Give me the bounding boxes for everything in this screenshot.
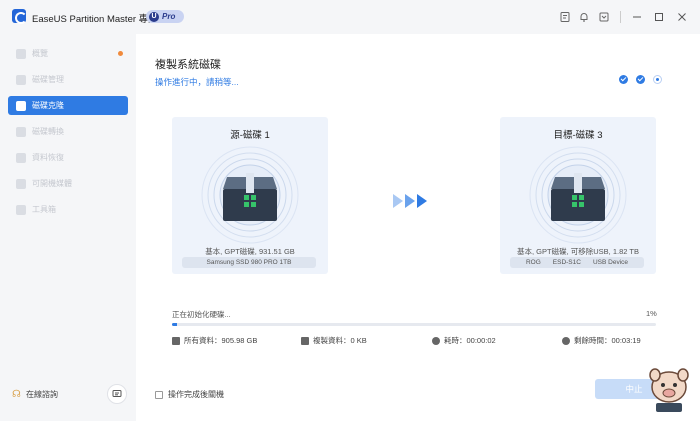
step-indicator-1 (619, 75, 628, 84)
source-disk-model: Samsung SSD 980 PRO 1TB (206, 259, 292, 266)
hard-drive-icon (529, 146, 627, 244)
disk-clone-icon (16, 100, 26, 111)
source-disk-card: 源-磁碟 1 基本, GPT磁碟, 931.51 GB Samsung SSD … (172, 117, 328, 274)
progress-percent: 1% (646, 309, 657, 318)
dropdown-icon[interactable] (598, 11, 610, 23)
timer-icon (562, 336, 570, 345)
stat-elapsed-text: 耗時：00:00:02 (444, 336, 496, 345)
sidebar-item-disk-clone[interactable]: 磁碟克隆 (8, 96, 128, 115)
target-disk-info: 基本, GPT磁碟, 可移除USB, 1.82 TB (517, 247, 639, 256)
stat-remaining-text: 剩餘時間：00:03:19 (574, 336, 641, 345)
chat-button[interactable] (107, 384, 127, 404)
clone-direction-arrows (393, 194, 427, 208)
sidebar-item-label: 磁碟轉換 (32, 127, 64, 136)
stat-elapsed: 耗時：00:00:02 (432, 335, 496, 346)
titlebar-separator (620, 11, 621, 23)
bootable-media-icon (16, 178, 26, 189)
data-icon (172, 336, 180, 345)
mascot-watermark-icon (649, 368, 689, 412)
page-subtitle: 操作進行中，請稍等... (155, 77, 239, 87)
minimize-icon[interactable] (631, 11, 643, 23)
page-title: 複製系統磁碟 (155, 59, 221, 71)
copy-icon (301, 336, 309, 345)
title-bar: EaseUS Partition Master 專業版 U Pro (0, 0, 700, 34)
pro-badge-label: Pro (162, 12, 176, 21)
sidebar-item-label: 工具箱 (32, 205, 56, 214)
upgrade-icon: U (149, 11, 159, 22)
sidebar-item-disk-convert[interactable]: 磁碟轉換 (8, 122, 128, 141)
app-window: EaseUS Partition Master 專業版 U Pro 概覽 磁碟管… (0, 0, 700, 421)
arrow-icon (417, 194, 427, 208)
hard-drive-icon (201, 146, 299, 244)
target-disk-tag: USB Device (592, 259, 629, 266)
pro-badge: U Pro (146, 10, 184, 23)
sidebar: 概覽 磁碟管理 磁碟克隆 磁碟轉換 資料恢復 可開機媒體 工具箱 ☊ 在線諮詢 (0, 34, 136, 421)
shutdown-checkbox-row[interactable]: 操作完成後關機 (155, 389, 224, 400)
stat-copied-text: 複製資料：0 KB (313, 336, 367, 345)
arrow-icon (393, 194, 403, 208)
online-help-label: 在線諮詢 (26, 390, 58, 399)
easeus-logo-icon (12, 9, 27, 24)
headset-icon: ☊ (12, 388, 21, 400)
source-disk-info: 基本, GPT磁碟, 931.51 GB (205, 247, 295, 256)
progress-status: 正在初始化硬碟... (172, 310, 231, 319)
source-disk-label: 源-磁碟 1 (230, 130, 270, 141)
stat-copied-data: 複製資料：0 KB (301, 335, 367, 346)
stat-total-text: 所有資料：905.98 GB (184, 336, 258, 345)
main-panel: 複製系統磁碟 操作進行中，請稍等... 源-磁碟 1 基本, GPT磁碟, 93… (136, 34, 700, 421)
progress-bar-fill (172, 323, 177, 326)
sidebar-item-toolbox[interactable]: 工具箱 (8, 200, 128, 219)
sidebar-item-disk-management[interactable]: 磁碟管理 (8, 70, 128, 89)
sidebar-item-label: 磁碟管理 (32, 75, 64, 84)
stat-total-data: 所有資料：905.98 GB (172, 335, 257, 346)
shutdown-checkbox[interactable] (155, 390, 163, 399)
bell-icon[interactable] (578, 11, 590, 23)
maximize-icon[interactable] (653, 11, 665, 23)
progress-bar (172, 323, 656, 326)
overview-icon (16, 48, 26, 59)
clock-icon (432, 336, 440, 345)
target-disk-label: 目標-磁碟 3 (553, 130, 603, 141)
step-indicator-3 (653, 75, 662, 84)
sidebar-item-bootable-media[interactable]: 可開機媒體 (8, 174, 128, 193)
online-help-link[interactable]: ☊ 在線諮詢 (12, 389, 58, 400)
toolbox-icon (16, 204, 26, 215)
sidebar-item-data-recovery[interactable]: 資料恢復 (8, 148, 128, 167)
shutdown-label: 操作完成後關機 (168, 390, 224, 399)
data-recovery-icon (16, 152, 26, 163)
target-disk-tag: ROG (525, 259, 541, 266)
stat-remaining: 剩餘時間：00:03:19 (562, 335, 641, 346)
target-disk-card: 目標-磁碟 3 基本, GPT磁碟, 可移除USB, 1.82 TB ROG E… (500, 117, 656, 274)
sidebar-item-label: 概覽 (32, 49, 48, 58)
feedback-icon[interactable] (559, 11, 571, 23)
target-disk-tag: ESD-S1C (552, 259, 581, 266)
sidebar-item-label: 可開機媒體 (32, 179, 72, 188)
sidebar-item-label: 資料恢復 (32, 153, 64, 162)
sidebar-item-label: 磁碟克隆 (32, 101, 64, 110)
source-disk-model-bar: Samsung SSD 980 PRO 1TB (182, 257, 316, 268)
step-indicator-2 (636, 75, 645, 84)
notification-dot (118, 51, 123, 56)
target-disk-model-bar: ROG ESD-S1C USB Device (510, 257, 644, 268)
close-icon[interactable] (676, 11, 688, 23)
sidebar-item-overview[interactable]: 概覽 (8, 44, 128, 63)
arrow-icon (405, 194, 415, 208)
disk-management-icon (16, 74, 26, 85)
disk-convert-icon (16, 126, 26, 137)
